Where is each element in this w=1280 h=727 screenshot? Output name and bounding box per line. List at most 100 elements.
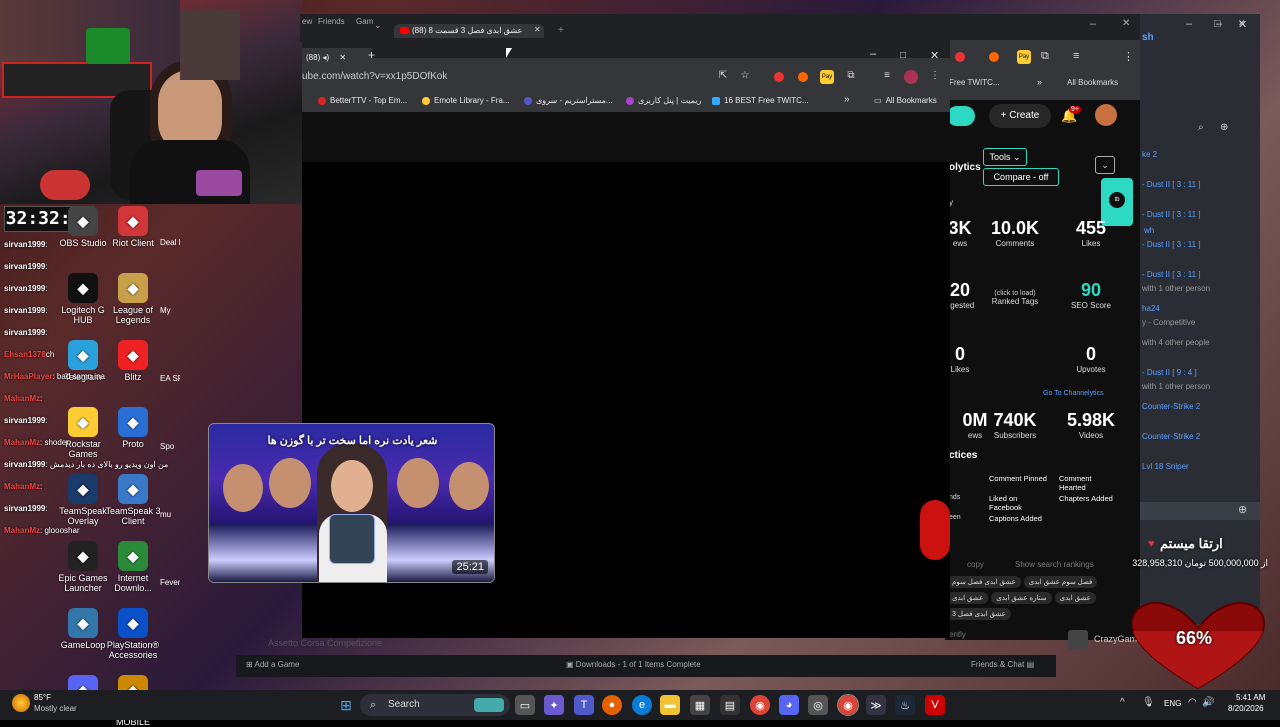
collapse-chevron-icon[interactable]: ⌄ (1095, 156, 1115, 174)
desktop-partial-label[interactable]: Fever (160, 578, 180, 587)
star-icon[interactable]: ☆ (738, 70, 752, 81)
weather-temp[interactable]: 85°F (34, 693, 51, 702)
weather-moon-icon[interactable] (12, 694, 30, 712)
steam-user-avatar[interactable] (1068, 630, 1088, 650)
copilot-icon[interactable]: ✦ (544, 695, 564, 715)
new-tab-back-icon[interactable]: + (558, 25, 564, 36)
bookmark-emote-library[interactable]: Emote Library - Fra... (422, 96, 510, 105)
steam-taskbar-icon[interactable]: ♨ (895, 695, 915, 715)
tab-title[interactable]: (88) عشق ابدی فصل 3 قسمت 8 (394, 24, 544, 38)
bookmark-overflow-icon[interactable]: » (1037, 77, 1042, 87)
show-search-rankings[interactable]: Show search rankings (1015, 560, 1094, 569)
tray-chevron-icon[interactable]: ^ (1120, 697, 1125, 708)
install-icon[interactable]: ⇱ (716, 70, 730, 81)
desktop-partial-label[interactable]: My (160, 306, 180, 315)
media-icon[interactable]: ≡ (1073, 50, 1079, 62)
ext-icon-red[interactable] (955, 52, 965, 62)
tab-close-icon[interactable]: ✕ (339, 53, 346, 62)
bookmarks-overflow-icon[interactable]: » (844, 94, 850, 105)
video-tag[interactable]: عشق ابدی (947, 592, 989, 604)
go-channelytics-link[interactable]: Go To Channelytics (1043, 390, 1104, 397)
wifi-icon[interactable]: ◠ (1188, 697, 1197, 708)
friend-status[interactable]: Lvl 18 Sniper (1142, 462, 1189, 471)
video-tag[interactable]: عشق ابدی فصل سوم (947, 576, 1021, 588)
yt-accent-button[interactable] (947, 106, 975, 126)
friend-status[interactable]: ke 2 (1142, 150, 1157, 159)
task-view-icon[interactable]: ▭ (515, 695, 535, 715)
close-icon[interactable]: ✕ (930, 49, 939, 62)
desktop-partial-label[interactable]: Spo (160, 442, 180, 451)
menu-icon[interactable]: ⋮ (1123, 50, 1134, 63)
valorant-icon[interactable]: V (925, 695, 945, 715)
new-tab-icon[interactable]: + (368, 48, 375, 62)
edge-icon[interactable]: e (632, 695, 652, 715)
app-icon-2[interactable]: ≫ (866, 695, 886, 715)
url-bar[interactable]: ube.com/watch?v=xx1p5DOfKok (302, 71, 447, 82)
friends-add-icon[interactable]: ⊕ (1220, 122, 1228, 133)
back-close-icon[interactable]: ✕ (1122, 18, 1130, 29)
mic-icon[interactable]: 🎙 (1142, 697, 1155, 708)
bookmark-partial[interactable]: Free TWITC... (949, 78, 1000, 87)
video-tag[interactable]: ستاره عشق ابدی (991, 592, 1052, 604)
tools-dropdown[interactable]: Tools ⌄ (983, 148, 1027, 166)
chrome-active-icon[interactable]: ◉ (837, 694, 859, 716)
extensions-icon[interactable]: ⧉ (1041, 50, 1049, 63)
copy-button[interactable]: copy (967, 560, 984, 569)
menu-icon[interactable]: ⋮ (928, 70, 942, 81)
friends-chat-button[interactable]: Friends & Chat ▤ (971, 660, 1034, 669)
bookmark-twitch[interactable]: 16 BEST Free TWITC... (712, 96, 809, 105)
desktop-partial-label[interactable]: EA SP FC (160, 374, 180, 383)
friend-status[interactable]: - Dust II [ 3 : 11 ] (1142, 240, 1201, 249)
start-windows-icon[interactable]: ⊞ (336, 695, 356, 715)
bookmark-masterstream[interactable]: مستراستریم - سروی... (524, 96, 613, 105)
ext-icon-orange[interactable] (798, 72, 808, 82)
friend-status[interactable]: - Dust II [ 3 : 11 ] (1142, 270, 1201, 279)
volume-icon[interactable]: 🔊 (1202, 697, 1214, 708)
all-bookmarks[interactable]: ▭ All Bookmarks (874, 96, 937, 105)
minimize-icon[interactable]: – (870, 48, 876, 60)
video-tag[interactable]: عشق ابدی (1054, 592, 1096, 604)
video-tag[interactable]: عشق ابدی فصل 3 (947, 608, 1011, 620)
friend-status[interactable]: - Dust II [ 9 : 4 ] (1142, 368, 1197, 377)
chrome-icon[interactable]: ◉ (750, 695, 770, 715)
pay-ext-icon[interactable]: Pay (1017, 50, 1031, 64)
back-tab-3[interactable]: Gam (356, 17, 373, 26)
store-icon[interactable]: ▦ (690, 695, 710, 715)
outer-minimize-icon[interactable]: – (1186, 18, 1192, 30)
friends-search-icon[interactable]: ⌕ (1198, 122, 1204, 133)
video-thumbnail[interactable]: شعر یادت نره اما سخت تر با گوزن ها 25:21 (208, 423, 495, 583)
tab2-close-icon[interactable]: ✕ (534, 25, 541, 34)
bookmark-betterttv[interactable]: BetterTTV - Top Em... (318, 96, 407, 105)
ext-icon-red[interactable] (774, 72, 784, 82)
taskbar-time[interactable]: 5:41 AM (1236, 693, 1265, 702)
pay-ext-icon[interactable]: Pay (820, 70, 834, 84)
create-button[interactable]: + Create (989, 104, 1051, 128)
language-indicator[interactable]: ENG (1164, 699, 1181, 708)
taskbar-date[interactable]: 8/20/2026 (1228, 704, 1264, 713)
video-tag[interactable]: فصل سوم عشق ابدی (1023, 576, 1098, 588)
media-icon[interactable]: ≡ (880, 70, 894, 81)
desktop-icon[interactable]: ◆ PlayStation® Accessories (104, 608, 162, 660)
all-bookmarks-right[interactable]: All Bookmarks (1067, 78, 1118, 87)
avatar[interactable] (1095, 104, 1117, 126)
discord-taskbar-icon[interactable]: ◕ (779, 695, 799, 715)
obs-taskbar-icon[interactable]: ◎ (808, 695, 828, 715)
friends-bottom-add-icon[interactable]: ⊕ (1238, 503, 1247, 516)
extensions-icon[interactable]: ⧉ (844, 70, 858, 81)
desktop-partial-label[interactable]: mu (160, 510, 180, 519)
teams-icon[interactable]: T (574, 695, 594, 715)
compare-toggle[interactable]: Compare - off (983, 168, 1059, 186)
tab-search-chevron-icon[interactable]: ⌄ (374, 20, 382, 31)
active-tab[interactable]: (88) ◂) ✕ (302, 48, 372, 68)
friend-status[interactable]: - Dust II [ 3 : 11 ] (1142, 210, 1201, 219)
friend-status[interactable]: - Dust II [ 3 : 11 ] (1142, 180, 1201, 189)
weather-desc[interactable]: Mostly clear (34, 704, 77, 713)
app-icon-1[interactable]: ▤ (720, 695, 740, 715)
ext-icon-orange[interactable] (989, 52, 999, 62)
add-game-button[interactable]: ⊞ Add a Game (246, 660, 299, 669)
back-minimize-icon[interactable]: – (1090, 18, 1096, 30)
friend-status[interactable]: Counter-Strike 2 (1142, 402, 1200, 411)
outer-close-icon[interactable]: ✕ (1238, 18, 1247, 31)
bookmark-remit[interactable]: ریمیت | پنل کاربری (626, 96, 701, 105)
file-explorer-icon[interactable]: ▬ (660, 695, 680, 715)
